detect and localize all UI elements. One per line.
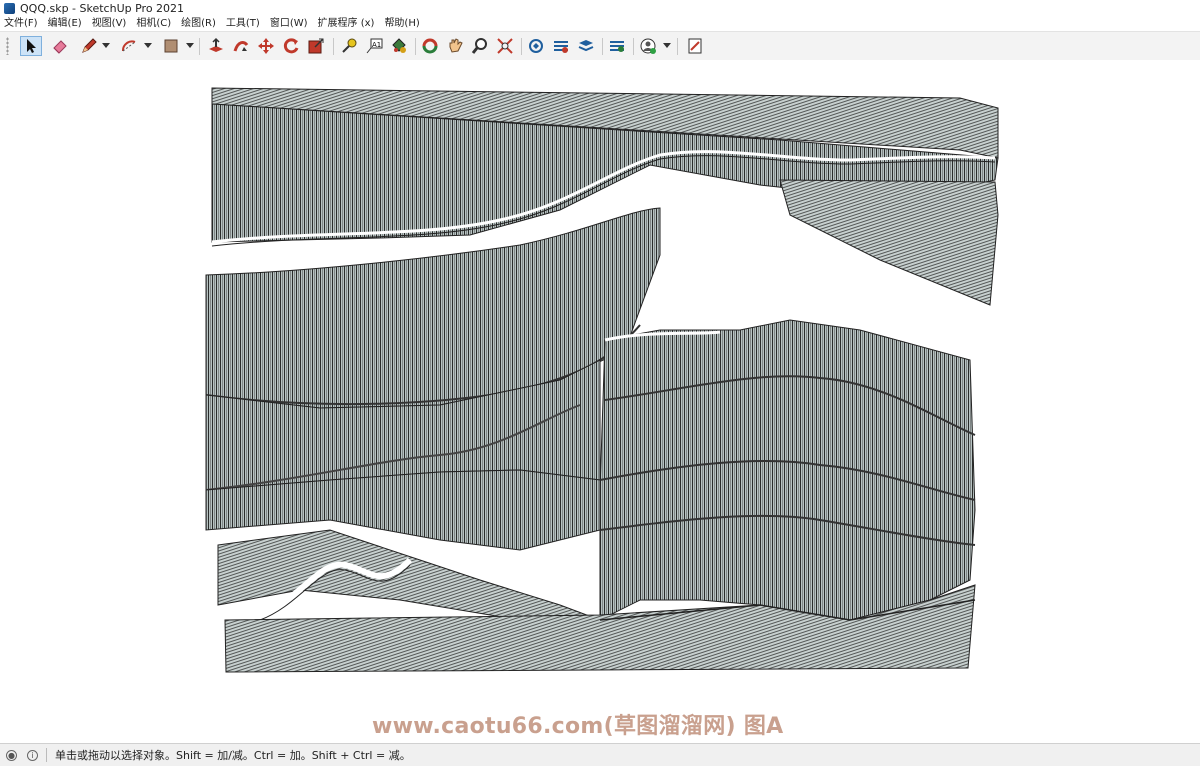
eraser-icon <box>53 40 67 54</box>
menu-extensions[interactable]: 扩展程序 (x) <box>313 16 380 31</box>
paint-bucket-icon <box>392 38 406 53</box>
layout-tool-button[interactable] <box>575 36 597 56</box>
line-tool-dropdown-icon[interactable] <box>102 43 110 48</box>
zoom-extents-icon <box>497 38 513 54</box>
hand-icon <box>449 38 463 53</box>
line-tool-button[interactable] <box>78 36 100 56</box>
orbit-icon <box>422 38 438 54</box>
pencil-icon <box>82 38 97 53</box>
warehouse-icon <box>529 39 543 53</box>
text-icon: A1 <box>366 38 383 54</box>
scale-tool-button[interactable] <box>305 36 327 56</box>
scale-icon <box>308 38 324 54</box>
model-info-tool-button[interactable] <box>684 36 706 56</box>
extension-manager-icon <box>610 41 624 52</box>
magnifier-icon <box>471 38 487 54</box>
menu-file[interactable]: 文件(F) <box>0 16 43 31</box>
svg-text:A1: A1 <box>372 41 381 49</box>
menu-draw[interactable]: 绘图(R) <box>176 16 221 31</box>
extension-manager-tool-button[interactable] <box>606 36 628 56</box>
rotate-tool-button[interactable] <box>280 36 302 56</box>
account-dropdown-icon[interactable] <box>663 43 671 48</box>
zoom-extents-tool-button[interactable] <box>494 36 516 56</box>
move-tool-button[interactable] <box>255 36 277 56</box>
menu-help[interactable]: 帮助(H) <box>379 16 424 31</box>
paint-bucket-tool-button[interactable] <box>388 36 410 56</box>
status-text: 单击或拖动以选择对象。Shift = 加/减。Ctrl = 加。Shift + … <box>55 749 411 762</box>
pan-tool-button[interactable] <box>444 36 466 56</box>
eraser-tool-button[interactable] <box>49 36 71 56</box>
arc-icon <box>122 40 136 52</box>
model-viewport[interactable]: www.caotu66.com(草图溜溜网) 图A <box>0 60 1200 743</box>
menu-camera[interactable]: 相机(C) <box>131 16 176 31</box>
shape-tool-button[interactable] <box>160 36 182 56</box>
toolbar-grip[interactable] <box>6 37 9 55</box>
tape-measure-tool-button[interactable] <box>338 36 360 56</box>
menu-bar: 文件(F) 编辑(E) 视图(V) 相机(C) 绘图(R) 工具(T) 窗口(W… <box>0 16 1200 31</box>
orbit-tool-button[interactable] <box>419 36 441 56</box>
3d-warehouse-tool-button[interactable] <box>525 36 547 56</box>
info-icon[interactable]: i <box>27 749 38 761</box>
menu-window[interactable]: 窗口(W) <box>265 16 313 31</box>
move-icon <box>258 38 274 54</box>
window-title: QQQ.skp - SketchUp Pro 2021 <box>20 1 185 15</box>
shape-tool-dropdown-icon[interactable] <box>186 43 194 48</box>
follow-me-tool-button[interactable] <box>230 36 252 56</box>
watermark-text: www.caotu66.com(草图溜溜网) 图A <box>372 714 784 739</box>
rotate-icon <box>283 38 299 54</box>
extension-warehouse-icon <box>554 41 568 53</box>
sketchup-logo-icon <box>4 2 15 14</box>
arc-tool-button[interactable] <box>118 36 140 56</box>
zoom-tool-button[interactable] <box>469 36 491 56</box>
account-tool-button[interactable] <box>637 36 659 56</box>
arrow-cursor-icon <box>27 39 36 53</box>
tape-measure-icon <box>342 38 357 53</box>
rectangle-icon <box>164 39 178 53</box>
text-tool-button[interactable]: A1 <box>363 36 385 56</box>
follow-me-icon <box>233 41 249 52</box>
status-bar: ● i 单击或拖动以选择对象。Shift = 加/减。Ctrl = 加。Shif… <box>0 743 1200 766</box>
extension-warehouse-tool-button[interactable] <box>550 36 572 56</box>
terrain-model-drawing[interactable] <box>0 60 1200 743</box>
main-toolbar: A1 <box>0 31 1200 61</box>
status-divider <box>46 748 47 762</box>
push-pull-icon <box>209 37 223 52</box>
account-icon <box>640 38 656 54</box>
title-bar: QQQ.skp - SketchUp Pro 2021 <box>0 0 1200 16</box>
model-info-icon <box>688 38 702 54</box>
push-pull-tool-button[interactable] <box>205 36 227 56</box>
menu-edit[interactable]: 编辑(E) <box>43 16 87 31</box>
menu-tools[interactable]: 工具(T) <box>221 16 265 31</box>
menu-view[interactable]: 视图(V) <box>87 16 132 31</box>
geolocation-icon[interactable]: ● <box>6 749 17 761</box>
layout-icon <box>578 40 594 52</box>
select-tool-button[interactable] <box>20 36 42 56</box>
arc-tool-dropdown-icon[interactable] <box>144 43 152 48</box>
